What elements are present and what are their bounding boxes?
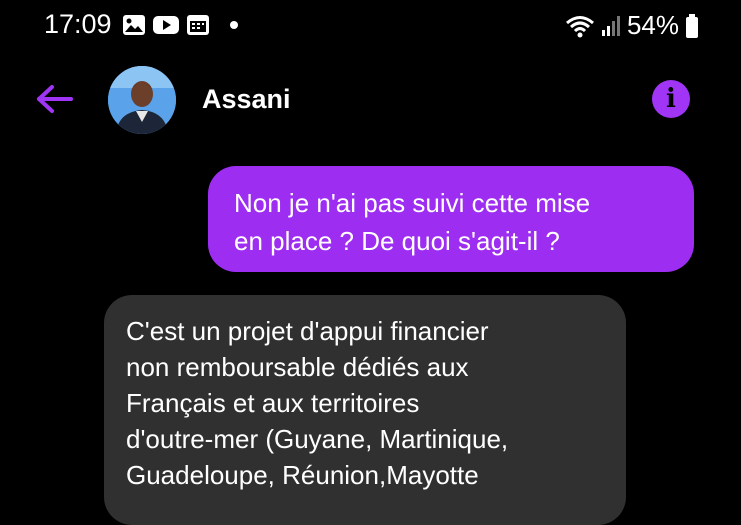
message-line: en place ? De quoi s'agit-il ? bbox=[234, 226, 560, 256]
status-bar: 17:09 54% bbox=[0, 0, 741, 52]
message-line: d'outre-mer (Guyane, Martinique, bbox=[126, 424, 509, 454]
message-line: Français et aux territoires bbox=[126, 388, 420, 418]
outgoing-message[interactable]: Non je n'ai pas suivi cette mise en plac… bbox=[208, 166, 694, 272]
incoming-message[interactable]: C'est un projet d'appui financier non re… bbox=[104, 295, 626, 525]
message-line: Guadeloupe, Réunion,Mayotte bbox=[126, 460, 479, 490]
message-line: Non je n'ai pas suivi cette mise bbox=[234, 188, 591, 218]
arrow-left-icon[interactable] bbox=[34, 84, 74, 114]
status-time: 17:09 bbox=[44, 9, 112, 39]
calendar-icon bbox=[187, 15, 209, 35]
gallery-icon bbox=[123, 15, 145, 35]
battery-icon bbox=[686, 13, 698, 38]
message-line: non remboursable dédiés aux bbox=[126, 352, 469, 382]
notification-icons bbox=[122, 14, 238, 36]
notification-dot bbox=[230, 21, 238, 29]
battery-percentage: 54% bbox=[626, 10, 679, 40]
info-button[interactable]: i bbox=[652, 80, 690, 118]
system-status: 54% bbox=[565, 10, 699, 41]
avatar[interactable] bbox=[108, 66, 176, 134]
wifi-icon bbox=[565, 15, 594, 37]
conversation-header: Assani i bbox=[0, 60, 741, 140]
contact-name[interactable]: Assani bbox=[202, 84, 291, 115]
youtube-icon bbox=[153, 16, 179, 34]
signal-icon bbox=[601, 15, 620, 36]
profile-photo bbox=[108, 66, 176, 134]
info-icon: i bbox=[666, 84, 676, 114]
message-line: C'est un projet d'appui financier bbox=[126, 316, 489, 346]
